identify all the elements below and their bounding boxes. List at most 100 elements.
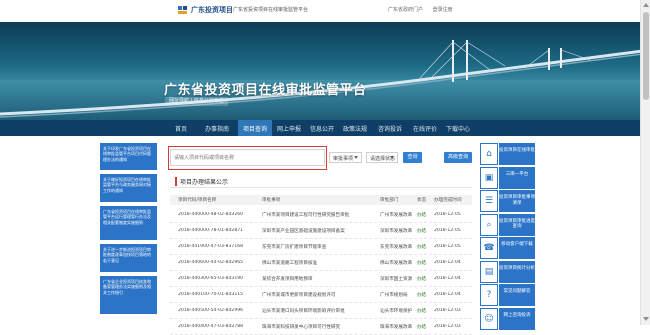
logo-text[interactable]: 广东投资项目 [191,5,233,15]
row-link[interactable]: 广州市某项目建设工程可行性研究报告审批 [262,212,376,218]
search-icon: ⌕ [480,213,498,236]
table-row[interactable]: 2018-440000-48-02-843260 广州市某项目建设工程可行性研究报… [170,207,472,223]
nav-online-apply[interactable]: 网上申报 [277,124,301,133]
scroll-up-arrow-icon[interactable] [643,3,649,7]
table-cell: 办结 [417,245,427,250]
table-cell: 深圳市发展改革 [380,229,413,234]
table-cell: 2018-12-04 [434,292,461,297]
table-cell: 办结 [417,261,427,266]
table-cell: 办结 [417,293,427,298]
phone-icon: ☎ [480,237,498,259]
nav-consult[interactable]: 咨询投诉 [378,124,402,133]
advanced-search-button[interactable]: 高级查询 [444,152,472,163]
table-cell: 2018-440300-65-03-843190 [178,276,244,281]
service-link[interactable]: ? 常见问题解答 [480,284,535,306]
top-link-portal[interactable]: 广东省政府门户 [388,7,423,13]
table-cell: 广州市规划局 [380,293,408,298]
table-row[interactable]: 2018-441900-47-03-837168 东莞市某厂房扩建项目节能审查 东莞… [170,239,472,255]
table-row[interactable]: 2018-440000-78-01-842871 深圳市某产业园区基础设施建设项目… [170,223,472,239]
notice-card[interactable]: 广东省企业投资项目核准和备案管理办法实施细则及相关工作指引 [100,276,157,314]
nav-home[interactable]: 首页 [175,124,187,133]
service-label: 投资项目审批进度查询 [499,213,535,236]
service-link[interactable]: ▤ 投资项目统计分析 [480,260,535,283]
scroll-down-arrow-icon[interactable] [643,317,649,321]
logo-icon [178,6,187,14]
document-icon: ☰ [480,190,498,212]
main-nav: 首页 办事指南 项目查询 网上申报 信息公开 政策法规 咨询投诉 在线评价 下载… [0,120,650,136]
results-title: 项目办理结果公示 [175,177,228,186]
approval-item-select[interactable]: 审批事项 [329,152,362,163]
service-link[interactable]: ☺ 网上咨询投诉 [480,307,535,330]
top-bar: 广东投资项目 广东省投资项目在线审批监管平台 广东省政府门户 登录注册 [0,0,650,22]
table-cell: 深圳市国土资源 [380,277,413,282]
banner: 广东省投资项目在线审批监管平台 网址导航 | 信息公开专栏 [0,22,650,120]
bridge-illustration [0,40,650,120]
notice-card[interactable]: 关于做好投资项目在线审批监管平台与政务服务网对接工作的通知 [100,174,157,202]
row-link[interactable]: 广州市某城市更新项目建设规划许可 [262,292,376,298]
search-button[interactable]: 查询 [403,152,422,163]
banner-subtitle[interactable]: 网址导航 | 信息公开专栏 [165,97,228,106]
table-cell: 2018-12-05 [434,244,461,249]
vertical-scrollbar[interactable] [640,0,650,325]
nav-download[interactable]: 下载中心 [446,124,470,133]
chevron-down-icon [390,156,394,159]
table-cell: 2018-12-05 [434,212,461,217]
notice-card[interactable]: 关于进一步推进投资项目审批制度改革加快项目落地的若干意见 [100,244,157,272]
row-link[interactable]: 东莞市某厂房扩建项目节能审查 [262,244,376,250]
nav-evaluate[interactable]: 在线评价 [413,124,437,133]
service-link[interactable]: ⌂ 投资项目在线审批 [480,143,535,165]
service-label: 移动客户端下载 [499,237,535,259]
table-cell: 2018-440000-78-01-842871 [178,228,244,233]
top-link-login[interactable]: 登录注册 [433,7,453,13]
table-cell: 2018-440100-70-01-843115 [178,292,244,297]
table-row[interactable]: 2018-440300-65-03-843190 某综合开发项目用地预审 深圳市国土… [170,271,472,287]
table-cell: 2018-12-04 [434,276,461,281]
nav-public-info[interactable]: 信息公开 [310,124,334,133]
table-header: 项目代码/项目名称 审批事项 审批部门 状态 办理完成时间 [170,195,472,205]
service-label: 三库一平台 [499,166,535,189]
top-links: 广东省政府门户 登录注册 [388,6,461,13]
column-header: 办理完成时间 [434,198,462,203]
table-cell: 2018-440600-44-02-842965 [178,260,244,265]
table-cell: 2018-12-04 [434,260,461,265]
service-label: 网上咨询投诉 [499,307,535,330]
column-header: 状态 [417,198,427,203]
service-label: 投资项目统计分析 [499,260,535,283]
table-row[interactable]: 2018-440100-70-01-843115 广州市某城市更新项目建设规划许可… [170,287,472,303]
service-link[interactable]: ☰ 投资项目审批事项清单 [480,190,535,212]
table-row[interactable]: 2018-440400-47-03-842788 珠海市某科技研发中心项目可行性研… [170,319,472,335]
notice-card[interactable]: 关于印发广东省投资项目在线审批监管平台项目代码管理办法的通知 [100,143,157,170]
table-cell: 2018-440500-54-02-842996 [178,308,244,313]
divider [170,187,472,188]
table-row[interactable]: 2018-440600-44-02-842965 佛山市某道路工程项目核准 佛山市发… [170,255,472,271]
row-link[interactable]: 深圳市某产业园区基础设施建设项目备案 [262,228,376,234]
site-name: 广东省投资项目在线审批监管平台 [233,7,309,13]
status-select[interactable]: 请选择状态 [366,152,398,163]
search-input[interactable] [174,153,320,163]
service-link[interactable]: ☎ 移动客户端下载 [480,237,535,259]
search-box [170,149,325,166]
scroll-thumb[interactable] [643,12,649,100]
nav-policy[interactable]: 政策法规 [343,124,367,133]
nav-project-query[interactable]: 项目查询 [238,120,273,136]
table-cell: 佛山市发展改革 [380,261,413,266]
monitor-icon: ▣ [480,166,498,189]
table-cell: 东莞市发展改革 [380,245,413,250]
help-icon: ? [480,284,498,306]
column-header: 审批事项 [262,198,281,203]
table-row[interactable]: 2018-440500-54-02-842996 汕头市某港口码头项目环境影响评价… [170,303,472,319]
service-label: 投资项目在线审批 [499,143,535,165]
table-cell: 办结 [417,229,427,234]
service-link[interactable]: ⌕ 投资项目审批进度查询 [480,213,535,236]
people-icon: ☺ [480,307,498,330]
column-header: 项目代码/项目名称 [178,198,217,203]
service-link[interactable]: ▣ 三库一平台 [480,166,535,189]
table-cell: 办结 [417,213,427,218]
row-link[interactable]: 某综合开发项目用地预审 [262,276,376,282]
notice-card[interactable]: 广东省投资项目在线审批监管平台运行管理暂行办法及相关配套制度实施细则 [100,206,157,240]
row-link[interactable]: 汕头市某港口码头项目环境影响评价审批 [262,308,376,314]
nav-guide[interactable]: 办事指南 [205,124,229,133]
table-cell: 2018-440000-48-02-843260 [178,212,244,217]
row-link[interactable]: 佛山市某道路工程项目核准 [262,260,376,266]
table-cell: 汕头市环境保护 [380,309,413,314]
